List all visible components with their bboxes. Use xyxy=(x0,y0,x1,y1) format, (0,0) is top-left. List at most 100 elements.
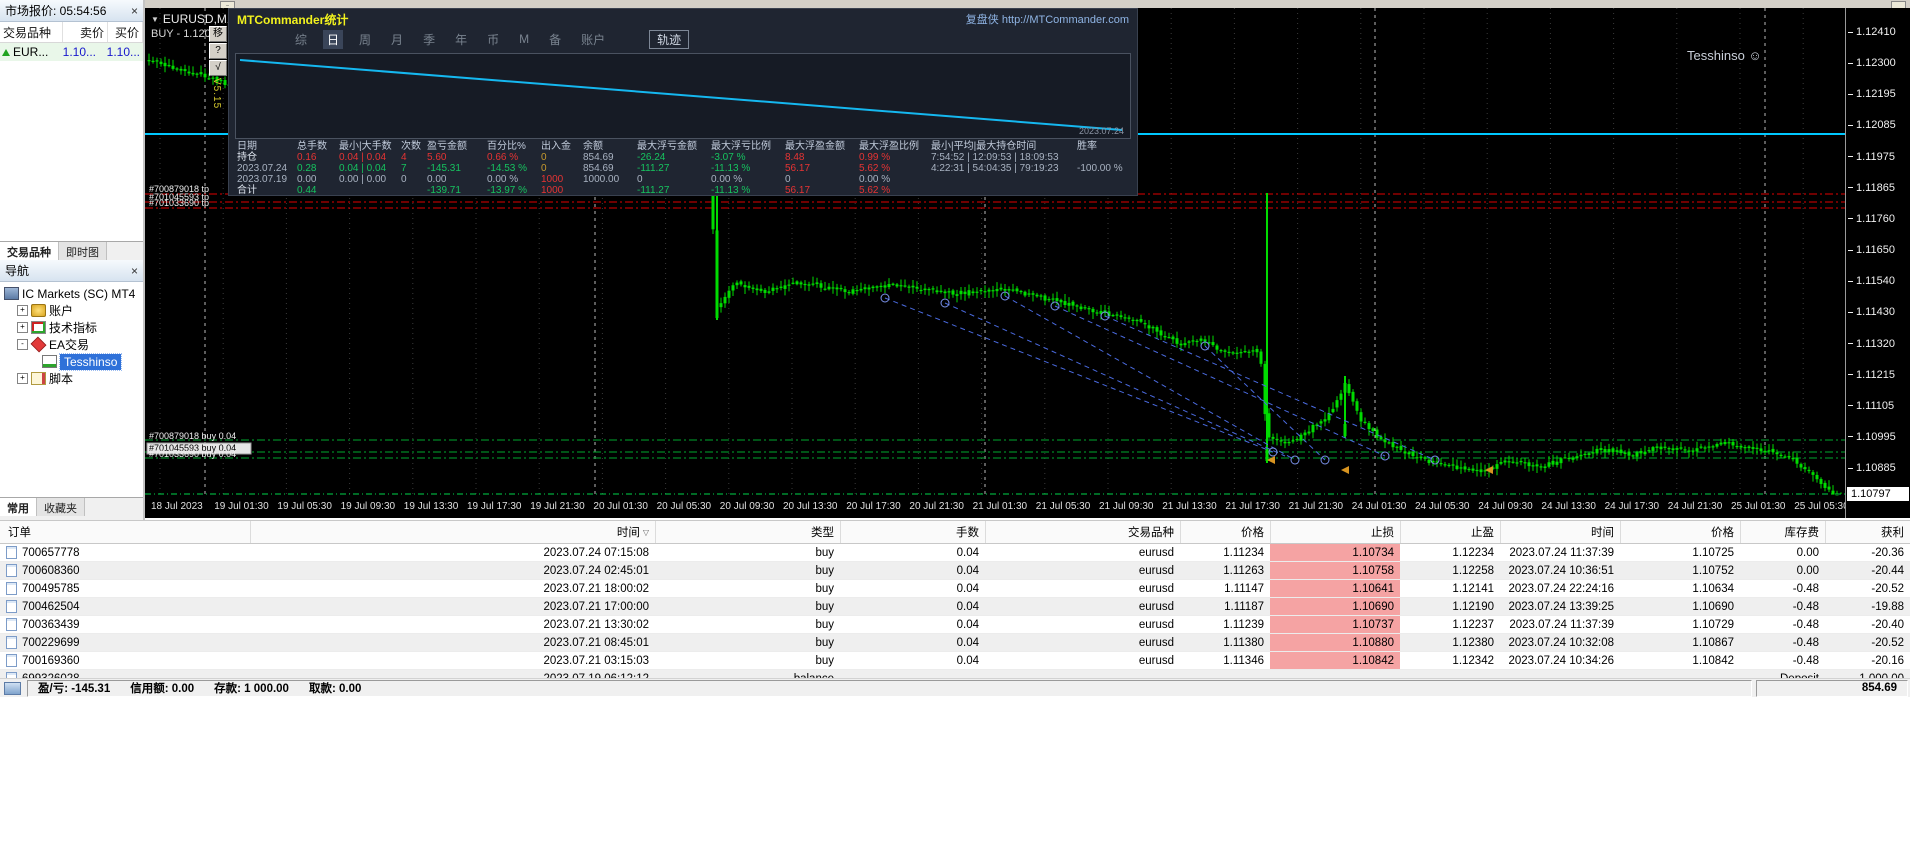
col-symbol[interactable]: 交易品种 xyxy=(0,22,63,42)
status-bar: 盈/亏: -145.31 信用额: 0.00 存款: 1 000.00 取款: … xyxy=(0,678,1910,697)
cell: eurusd xyxy=(1138,636,1174,649)
tick-value: 1.11430 xyxy=(1856,306,1895,319)
expand-icon[interactable]: - xyxy=(17,339,28,350)
mtc-tab-M[interactable]: M xyxy=(515,31,533,47)
chart-symbol-label[interactable]: ▼ EURUSD,M15 xyxy=(151,12,240,26)
mtc-tab-日[interactable]: 日 xyxy=(323,29,344,49)
tick-value: 1.11540 xyxy=(1856,275,1895,288)
col-ask[interactable]: 买价 xyxy=(108,22,143,42)
tree-item-IC Markets (SC) MT4[interactable]: IC Markets (SC) MT4 xyxy=(0,285,143,302)
candle-body xyxy=(1423,457,1427,459)
tab-common[interactable]: 常用 xyxy=(0,498,37,516)
check-button[interactable]: √ xyxy=(209,60,227,76)
stat-cell: 0.04 | 0.04 xyxy=(339,163,387,174)
candle-body xyxy=(1175,338,1179,344)
candle-body xyxy=(1063,301,1067,305)
history-col-3[interactable]: 手数 xyxy=(840,521,985,543)
time-label: 20 Jul 13:30 xyxy=(783,501,838,512)
close-icon[interactable]: × xyxy=(131,5,138,17)
mtc-tab-季[interactable]: 季 xyxy=(419,30,439,49)
stat-header: 盈亏金额 xyxy=(427,141,467,152)
history-col-5[interactable]: 价格 xyxy=(1180,521,1270,543)
mtc-tab-账户[interactable]: 账户 xyxy=(577,30,609,49)
stat-cell: 0 xyxy=(541,152,547,163)
candle-body xyxy=(967,290,971,296)
tree-item-账户[interactable]: + 账户 xyxy=(0,302,143,319)
table-row[interactable]: 700608360 2023.07.24 02:45:01 buy 0.04 eurus… xyxy=(0,562,1910,580)
candle-body xyxy=(771,287,775,291)
history-col-0[interactable]: 订单 xyxy=(0,521,250,543)
candle-body xyxy=(1031,293,1035,295)
candle-body xyxy=(839,287,843,290)
stat-cell: 56.17 xyxy=(785,163,811,174)
candle-body xyxy=(1527,462,1531,467)
tree-item-技术指标[interactable]: + 技术指标 xyxy=(0,319,143,336)
expand-icon[interactable]: + xyxy=(17,373,28,384)
table-row[interactable]: 700169360 2023.07.21 03:15:03 buy 0.04 eurus… xyxy=(0,652,1910,670)
candle-body xyxy=(1691,450,1695,452)
candle-body xyxy=(747,285,751,288)
table-row[interactable]: 700495785 2023.07.21 18:00:02 buy 0.04 eurus… xyxy=(0,580,1910,598)
col-bid[interactable]: 卖价 xyxy=(63,22,108,42)
cell: eurusd xyxy=(1138,600,1174,613)
candle-body xyxy=(1311,424,1315,433)
tab-symbols[interactable]: 交易品种 xyxy=(0,242,59,260)
history-col-6[interactable]: 止损 xyxy=(1270,521,1400,543)
history-col-10[interactable]: 库存费 xyxy=(1740,521,1825,543)
stat-cell: 4:22:31 | 54:04:35 | 79:19:23 xyxy=(931,163,1059,174)
market-watch-tabs: 交易品种 即时图 xyxy=(0,241,143,260)
history-col-7[interactable]: 止盈 xyxy=(1400,521,1500,543)
withdrawal-label: 取款: 0.00 xyxy=(308,683,362,695)
stat-cell: 0.44 xyxy=(297,185,317,196)
close-icon[interactable]: × xyxy=(131,265,138,277)
cell: 1.12234 xyxy=(1452,546,1494,559)
market-watch-empty xyxy=(0,61,143,241)
tab-tick-chart[interactable]: 即时图 xyxy=(59,242,107,260)
mtc-tab-备[interactable]: 备 xyxy=(545,30,565,49)
symbol-row-eurusd[interactable]: EUR... 1.10... 1.10... xyxy=(0,43,143,61)
stat-cell: 0.00 | 0.00 xyxy=(339,174,387,185)
candle-body xyxy=(1003,288,1007,291)
history-col-9[interactable]: 价格 xyxy=(1620,521,1740,543)
mtc-tab-周[interactable]: 周 xyxy=(355,30,375,49)
candle-body xyxy=(807,284,811,286)
candle-body xyxy=(847,292,851,294)
table-row[interactable]: 700363439 2023.07.21 13:30:02 buy 0.04 eurus… xyxy=(0,616,1910,634)
candle-body xyxy=(879,285,883,288)
mtc-track-button[interactable]: 轨迹 xyxy=(649,29,690,49)
tree-item-Tesshinso[interactable]: Tesshinso xyxy=(0,352,143,371)
expand-icon[interactable]: + xyxy=(17,322,28,333)
candle-body xyxy=(1647,450,1651,452)
order-id: 700495785 xyxy=(22,582,80,595)
tab-favorites[interactable]: 收藏夹 xyxy=(37,498,85,516)
stat-cell xyxy=(1077,174,1129,185)
mtc-tab-综[interactable]: 综 xyxy=(291,30,311,49)
market-watch-panel: 市场报价: 05:54:56 × 交易品种 卖价 买价 EUR... 1.10.… xyxy=(0,0,143,260)
tree-item-EA交易[interactable]: - EA交易 xyxy=(0,336,143,353)
tick-mark xyxy=(1848,374,1853,376)
candle-body xyxy=(1555,461,1559,465)
history-col-8[interactable]: 时间 xyxy=(1500,521,1620,543)
left-dock: 市场报价: 05:54:56 × 交易品种 卖价 买价 EUR... 1.10.… xyxy=(0,0,145,520)
current-price-badge: 1.10797 xyxy=(1847,487,1909,501)
mtc-tab-月[interactable]: 月 xyxy=(387,30,407,49)
candle-body xyxy=(1111,315,1115,317)
tree-item-脚本[interactable]: + 脚本 xyxy=(0,370,143,387)
history-col-4[interactable]: 交易品种 xyxy=(985,521,1180,543)
table-row[interactable]: 700657778 2023.07.24 07:15:08 buy 0.04 eurus… xyxy=(0,544,1910,562)
history-col-2[interactable]: 类型 xyxy=(655,521,840,543)
help-button[interactable]: ? xyxy=(209,43,227,59)
mtc-tab-年[interactable]: 年 xyxy=(451,30,471,49)
move-button[interactable]: 移 xyxy=(209,26,227,42)
cell: 1.10752 xyxy=(1692,564,1734,577)
history-col-11[interactable]: 获利 xyxy=(1825,521,1910,543)
expand-icon[interactable]: + xyxy=(17,305,28,316)
history-col-1[interactable]: 时间 ▽ xyxy=(250,521,655,543)
mtc-brand-link[interactable]: 复盘侠 http://MTCommander.com xyxy=(966,11,1129,27)
tick-mark xyxy=(1848,436,1853,438)
table-row[interactable]: 700462504 2023.07.21 17:00:00 buy 0.04 eurus… xyxy=(0,598,1910,616)
order-doc-icon xyxy=(6,582,17,595)
table-row[interactable]: 700229699 2023.07.21 08:45:01 buy 0.04 eurus… xyxy=(0,634,1910,652)
candle-body xyxy=(1171,336,1175,340)
mtc-tab-币[interactable]: 币 xyxy=(483,30,503,49)
